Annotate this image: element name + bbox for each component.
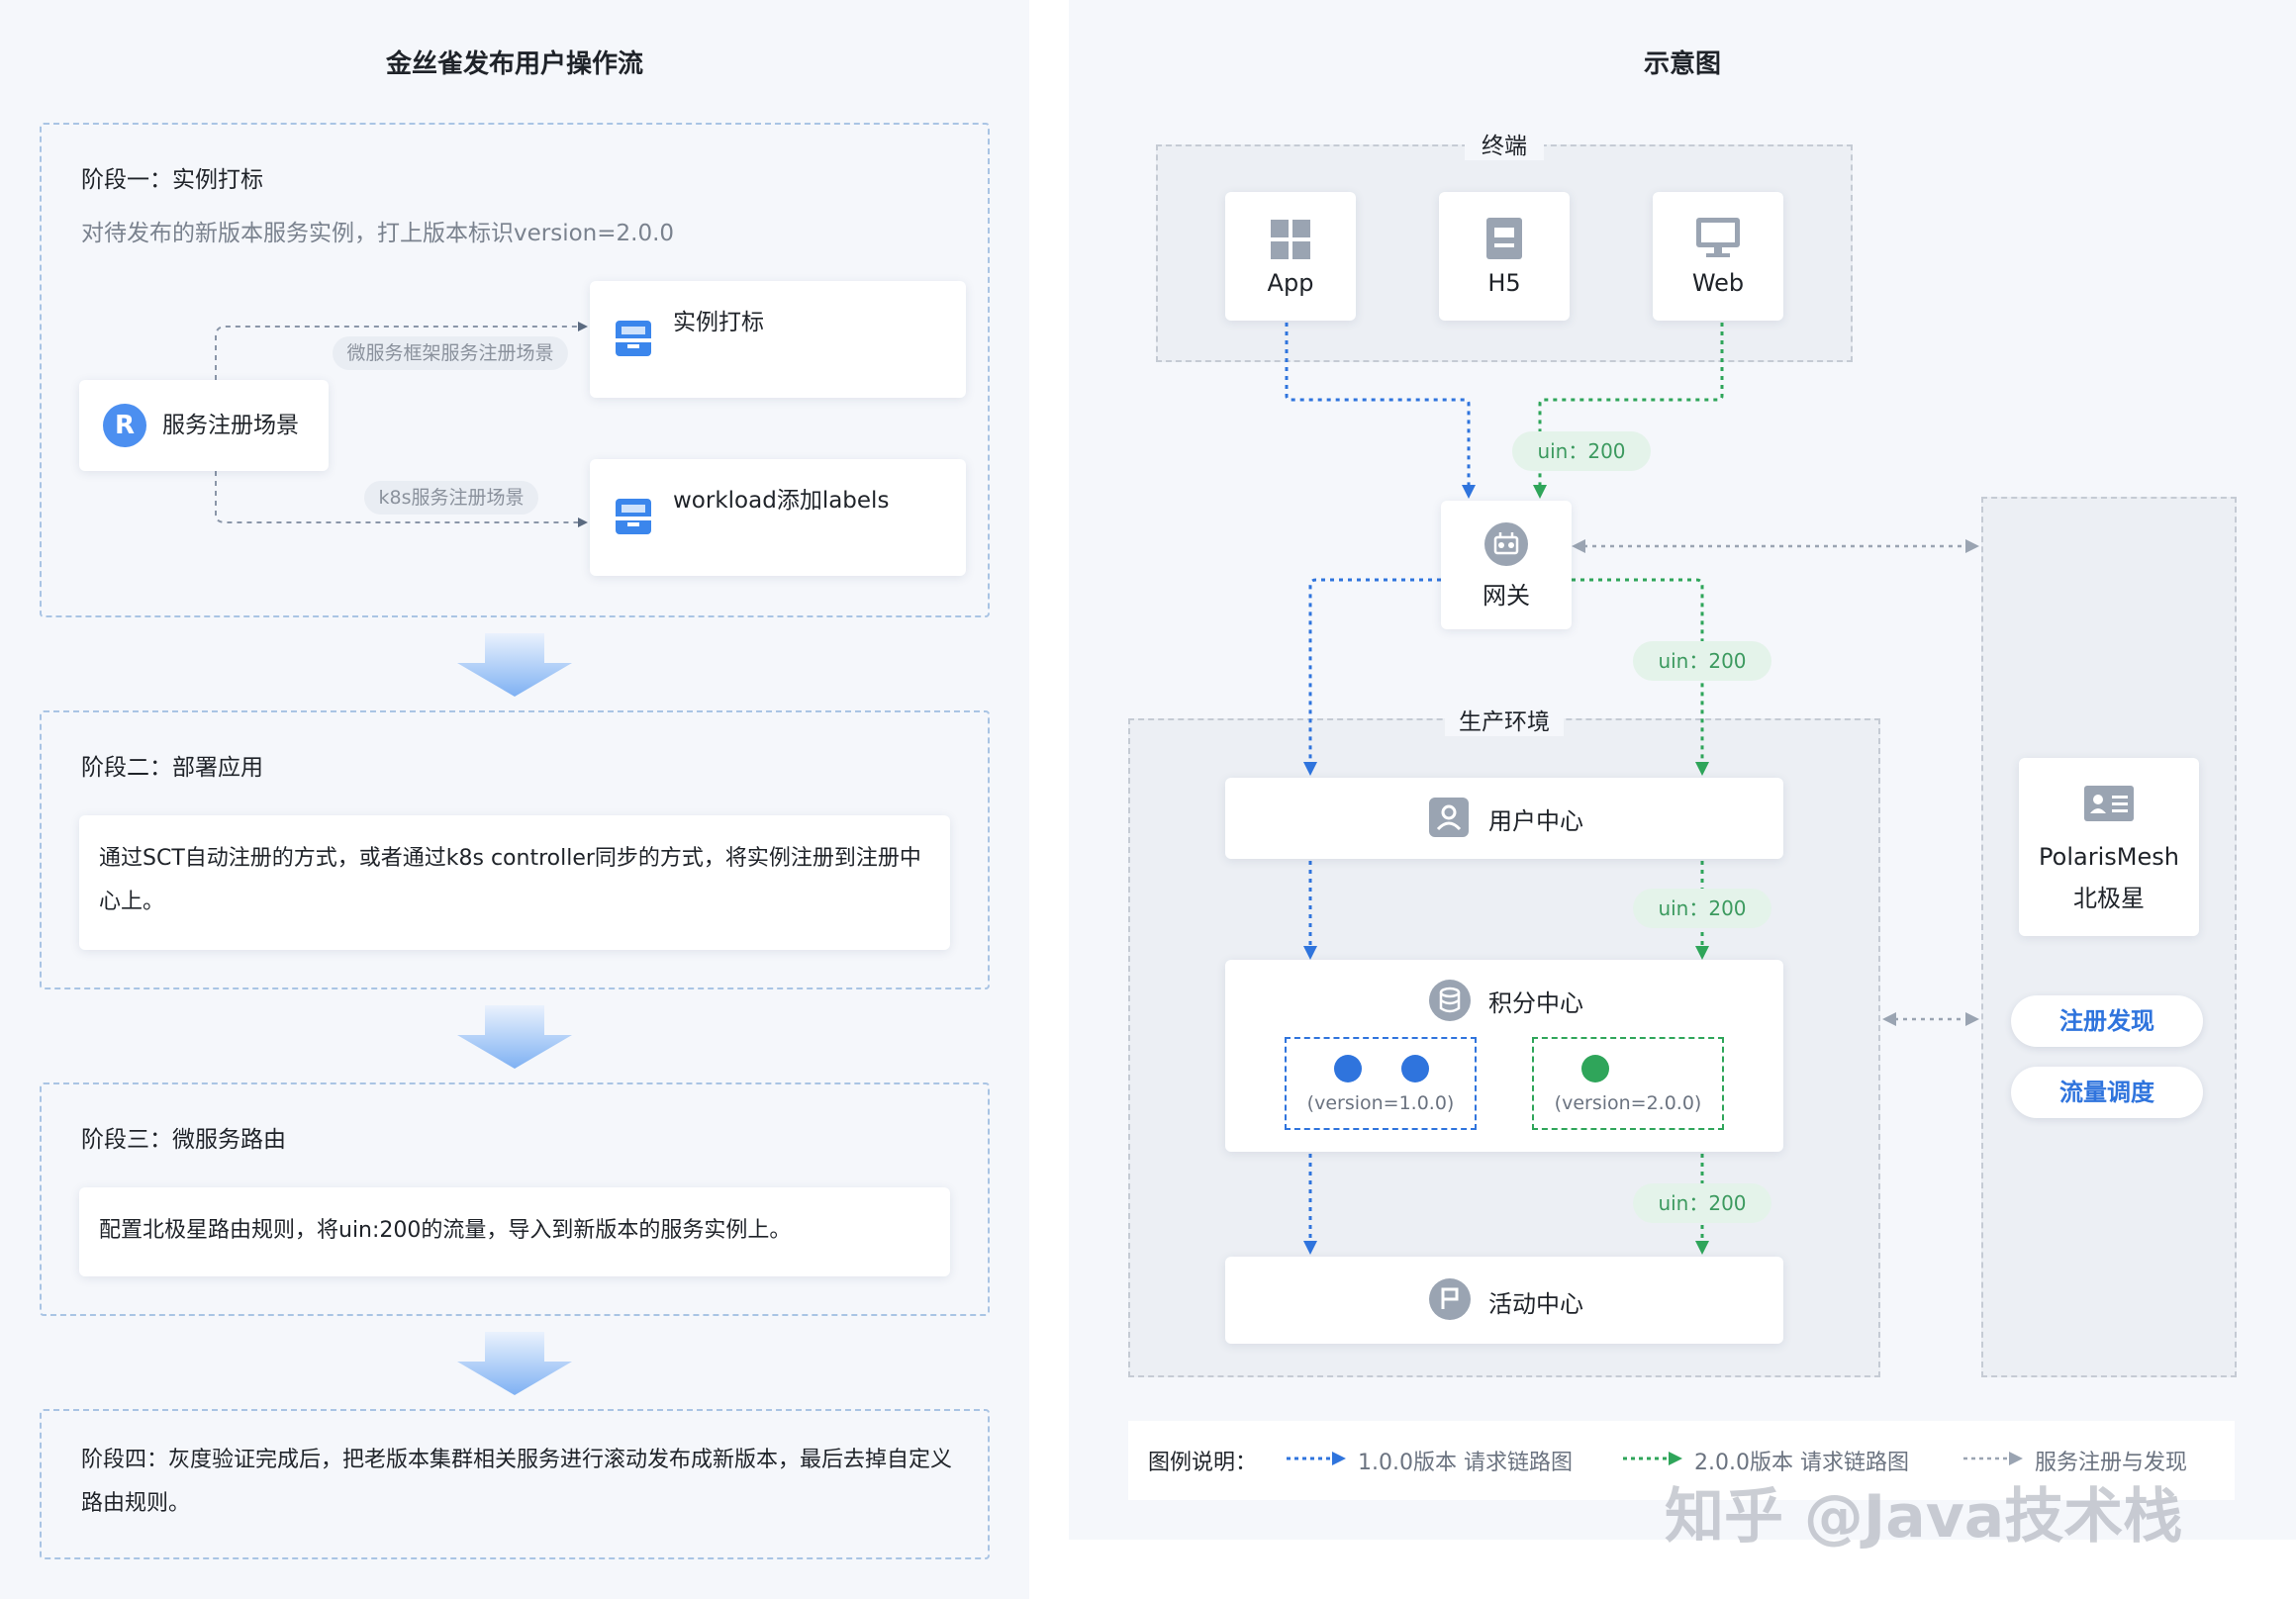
legend-green-arrow	[1623, 1452, 1682, 1465]
version-old-group: (version=1.0.0)	[1285, 1037, 1477, 1130]
legend-blue-label: 1.0.0版本 请求链路图	[1358, 1451, 1573, 1475]
legend-gray-arrow	[1963, 1452, 2023, 1465]
id-card-icon	[2084, 786, 2134, 825]
points-center-label: 积分中心	[1488, 989, 1583, 1017]
feature-registry: 注册发现	[2011, 995, 2203, 1047]
feature-traffic: 流量调度	[2011, 1067, 2203, 1118]
database-icon	[1429, 980, 1471, 1025]
gateway-label: 网关	[1483, 582, 1530, 610]
flow-connectors	[1285, 323, 1979, 1255]
flag-icon	[1429, 1278, 1471, 1324]
activity-center-node: 活动中心	[1225, 1257, 1783, 1344]
activity-center-label: 活动中心	[1488, 1290, 1583, 1318]
version-old-label: (version=1.0.0)	[1306, 1092, 1455, 1114]
uin-label-4: uin：200	[1633, 1183, 1771, 1223]
polaris-name-cn: 北极星	[2073, 885, 2145, 912]
uin-label-2: uin：200	[1633, 641, 1771, 681]
gateway-icon	[1484, 522, 1528, 570]
user-center-label: 用户中心	[1488, 807, 1583, 835]
user-center-node: 用户中心	[1225, 778, 1783, 859]
watermark: 知乎 @Java技术栈	[1665, 1482, 2183, 1552]
gateway-node: 网关	[1441, 501, 1572, 629]
legend-blue-arrow	[1287, 1452, 1346, 1465]
uin-label-1: uin：200	[1512, 431, 1651, 471]
user-icon	[1429, 798, 1469, 841]
polaris-node: PolarisMesh 北极星	[2019, 758, 2199, 936]
points-center-node: 积分中心 (version=1.0.0) (version=2.0.0)	[1225, 960, 1783, 1152]
instance-dot	[1334, 1055, 1362, 1082]
instance-dot	[1581, 1055, 1609, 1082]
version-new-group: (version=2.0.0)	[1532, 1037, 1724, 1130]
version-new-label: (version=2.0.0)	[1554, 1092, 1702, 1114]
polaris-name: PolarisMesh	[2039, 843, 2179, 871]
legend-title: 图例说明：	[1148, 1451, 1258, 1475]
instance-dot	[1401, 1055, 1429, 1082]
uin-label-3: uin：200	[1633, 889, 1771, 928]
